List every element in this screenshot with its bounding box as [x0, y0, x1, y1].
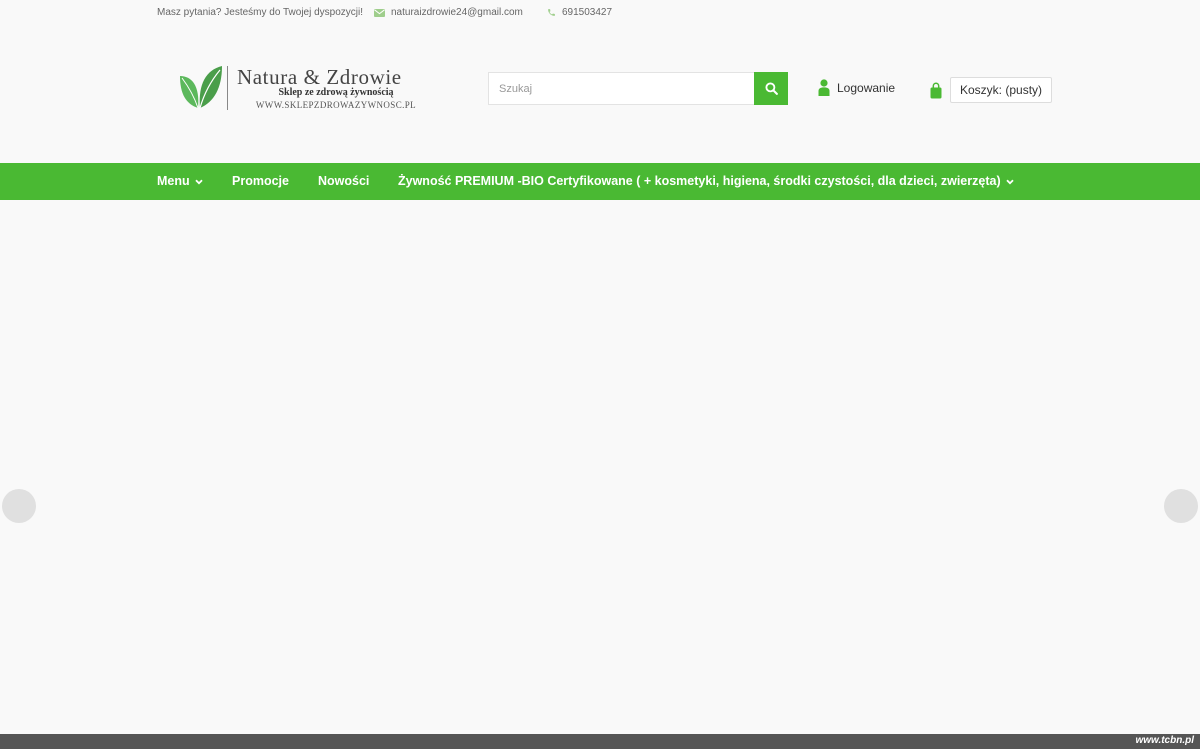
phone-number[interactable]: 691503427	[562, 7, 612, 18]
logo-divider	[227, 66, 228, 110]
login-link[interactable]: Logowanie	[818, 79, 895, 96]
slider-next-arrow[interactable]	[1164, 489, 1198, 523]
phone-icon	[547, 8, 556, 17]
nav-item-label[interactable]: Żywność PREMIUM -BIO Certyfikowane ( + k…	[398, 163, 1001, 200]
nav-item-label[interactable]: Promocje	[232, 163, 289, 200]
user-icon	[818, 79, 830, 96]
nav-item-label[interactable]: Menu	[157, 163, 190, 200]
nav-item-premium-bio[interactable]: Żywność PREMIUM -BIO Certyfikowane ( + k…	[398, 163, 1014, 200]
contact-question-text: Masz pytania? Jesteśmy do Twojej dyspozy…	[157, 7, 364, 18]
contact-email[interactable]: naturaizdrowie24@gmail.com	[374, 7, 523, 18]
nav-item-nowosci[interactable]: Nowości	[318, 163, 369, 200]
search-input[interactable]	[488, 72, 754, 105]
email-address[interactable]: naturaizdrowie24@gmail.com	[391, 7, 523, 18]
cart-summary[interactable]: Koszyk: (pusty)	[950, 77, 1053, 103]
nav-item-label[interactable]: Nowości	[318, 163, 369, 200]
leaves-icon	[178, 64, 224, 115]
site-logo[interactable]: Natura & Zdrowie Sklep ze zdrową żywnośc…	[178, 62, 438, 116]
shopping-bag-icon	[930, 82, 942, 99]
search-button[interactable]	[754, 72, 788, 105]
chevron-down-icon	[1005, 179, 1014, 185]
contact-phone[interactable]: 691503427	[547, 7, 612, 18]
search-icon	[764, 82, 778, 95]
bottom-bar: www.tcbn.pl	[0, 734, 1200, 749]
logo-tagline: Sklep ze zdrową żywnością	[278, 87, 394, 98]
nav-item-promocje[interactable]: Promocje	[232, 163, 289, 200]
slider-prev-arrow[interactable]	[2, 489, 36, 523]
nav-item-menu[interactable]: Menu	[157, 163, 203, 200]
top-info-bar: Masz pytania? Jesteśmy do Twojej dyspozy…	[0, 0, 1200, 26]
logo-url: WWW.SKLEPZDROWAZYWNOSC.PL	[255, 100, 417, 110]
search-form	[488, 72, 788, 105]
login-label[interactable]: Logowanie	[837, 81, 895, 95]
chevron-down-icon	[195, 179, 203, 185]
main-navigation: Menu Promocje Nowości Żywność PREMIUM -B…	[0, 163, 1200, 200]
envelope-icon	[374, 8, 385, 17]
contact-question: Masz pytania? Jesteśmy do Twojej dyspozy…	[157, 7, 363, 18]
watermark: www.tcbn.pl	[1135, 735, 1194, 746]
cart-widget[interactable]: Koszyk: (pusty)	[930, 77, 1053, 103]
